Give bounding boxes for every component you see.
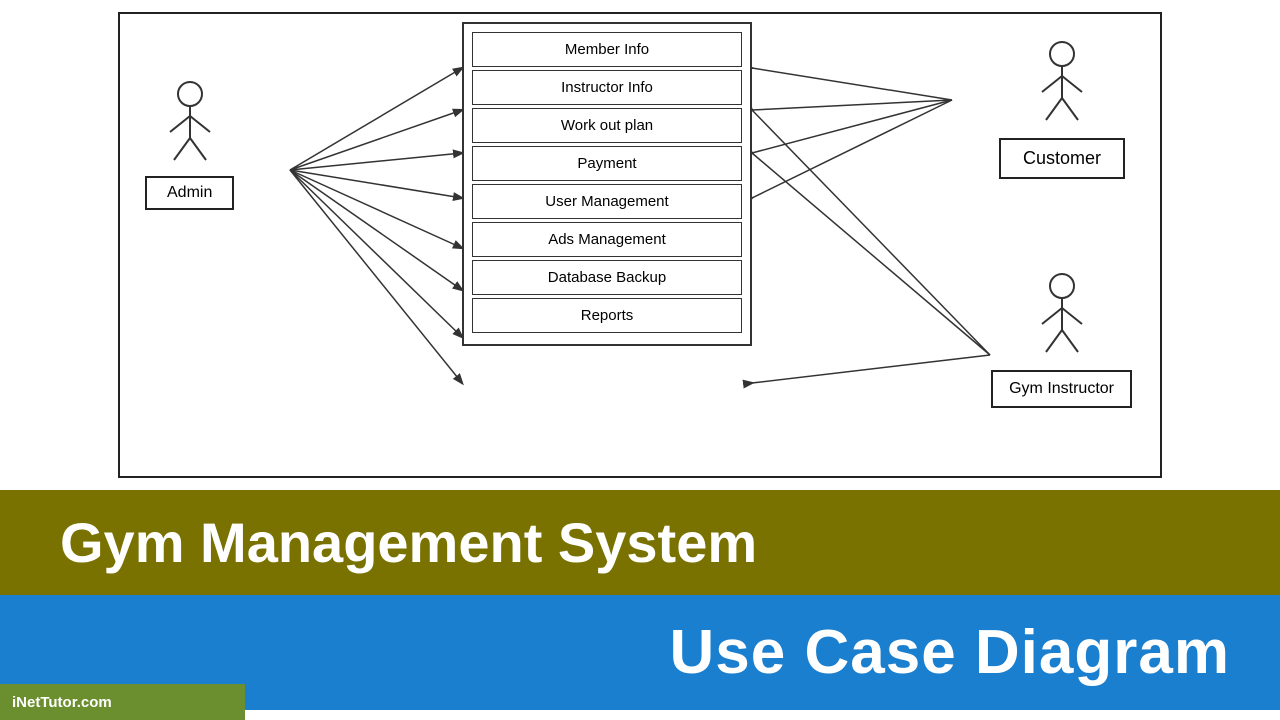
instructor-stick-figure bbox=[1032, 272, 1092, 362]
actor-gym-instructor: Gym Instructor bbox=[991, 272, 1132, 408]
instructor-label: Gym Instructor bbox=[991, 370, 1132, 408]
logo-text: iNetTutor.com bbox=[12, 694, 112, 711]
customer-stick-figure bbox=[1032, 40, 1092, 130]
olive-bar: Gym Management System bbox=[0, 490, 1280, 595]
bottom-banner: Gym Management System Use Case Diagram i… bbox=[0, 490, 1280, 720]
admin-stick-figure bbox=[160, 80, 220, 170]
admin-label: Admin bbox=[145, 176, 234, 210]
use-case-member-info: Member Info bbox=[472, 32, 742, 67]
logo-bar: iNetTutor.com bbox=[0, 684, 245, 720]
diagram-area: Member Info Instructor Info Work out pla… bbox=[0, 0, 1280, 490]
actor-customer: Customer bbox=[999, 40, 1125, 179]
olive-bar-text: Gym Management System bbox=[60, 510, 757, 575]
actor-admin: Admin bbox=[145, 80, 234, 210]
use-case-user-management: User Management bbox=[472, 184, 742, 219]
blue-bar-text: Use Case Diagram bbox=[670, 617, 1231, 688]
use-case-instructor-info: Instructor Info bbox=[472, 70, 742, 105]
use-case-container: Member Info Instructor Info Work out pla… bbox=[462, 22, 752, 346]
main-container: Member Info Instructor Info Work out pla… bbox=[0, 0, 1280, 720]
use-case-database-backup: Database Backup bbox=[472, 260, 742, 295]
use-case-ads-management: Ads Management bbox=[472, 222, 742, 257]
use-case-payment: Payment bbox=[472, 146, 742, 181]
use-case-workout-plan: Work out plan bbox=[472, 108, 742, 143]
use-case-reports: Reports bbox=[472, 298, 742, 333]
customer-label: Customer bbox=[999, 138, 1125, 179]
